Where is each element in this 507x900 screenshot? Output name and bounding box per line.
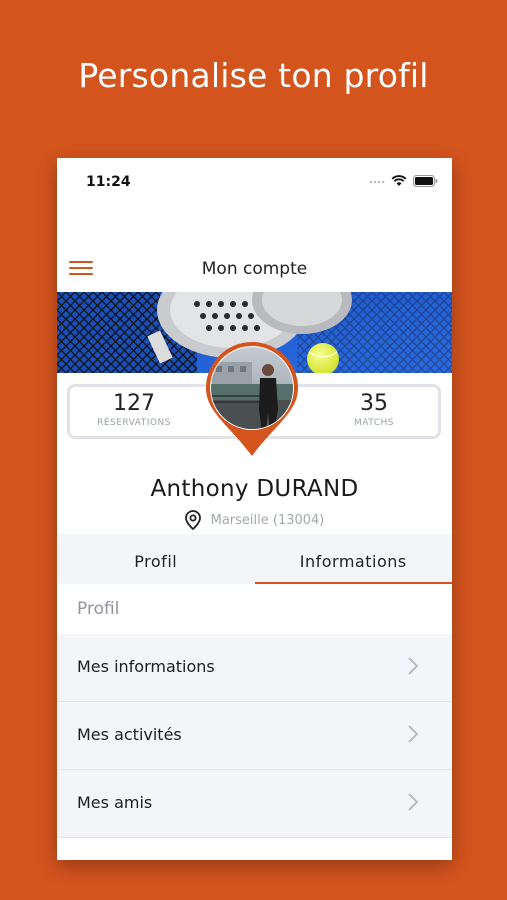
tab-profil[interactable]: Profil: [57, 534, 255, 584]
profile-last-name: DURAND: [256, 476, 359, 502]
profile-first-name: Anthony: [150, 476, 249, 502]
top-nav-bar: Mon compte: [57, 252, 452, 286]
status-bar: 11:24: [57, 158, 452, 204]
location-text: Marseille (13004): [210, 512, 325, 528]
stat-matchs: 35 MATCHS: [314, 391, 434, 428]
list-item-label: Mes activités: [77, 725, 182, 744]
tab-informations[interactable]: Informations: [254, 534, 452, 584]
chevron-right-icon: [408, 793, 418, 811]
profile-tabs: Profil Informations: [57, 534, 452, 584]
matchs-count: 35: [360, 391, 388, 416]
list-item-label: Mes amis: [77, 793, 153, 812]
list-item-mes-amis[interactable]: Mes amis: [57, 770, 452, 838]
cellular-signal-icon: [369, 180, 385, 184]
matchs-label: MATCHS: [354, 418, 394, 428]
section-title: Profil: [57, 584, 452, 634]
status-icons: [369, 175, 438, 187]
battery-icon: [413, 175, 438, 187]
status-time: 11:24: [86, 174, 131, 190]
wifi-icon: [391, 175, 407, 186]
phone-screen: 11:24 Mon compte 127 RÉSERVATIONS 35 MAT…: [57, 158, 452, 860]
chevron-right-icon: [408, 657, 418, 675]
profile-location: Marseille (13004): [57, 510, 452, 530]
reservations-count: 127: [113, 391, 155, 416]
avatar[interactable]: [204, 340, 300, 458]
profile-name: Anthony DURAND: [57, 476, 452, 502]
list-item-mes-activites[interactable]: Mes activités: [57, 702, 452, 770]
list-item-label: Mes informations: [77, 657, 215, 676]
profile-menu-list: Mes informations Mes activités Mes amis: [57, 634, 452, 838]
chevron-right-icon: [408, 725, 418, 743]
stat-reservations: 127 RÉSERVATIONS: [74, 391, 194, 428]
promo-headline: Personalise ton profil: [78, 56, 429, 95]
map-pin-icon: [184, 510, 201, 530]
list-item-mes-informations[interactable]: Mes informations: [57, 634, 452, 702]
reservations-label: RÉSERVATIONS: [97, 418, 171, 428]
page-title: Mon compte: [201, 259, 308, 279]
